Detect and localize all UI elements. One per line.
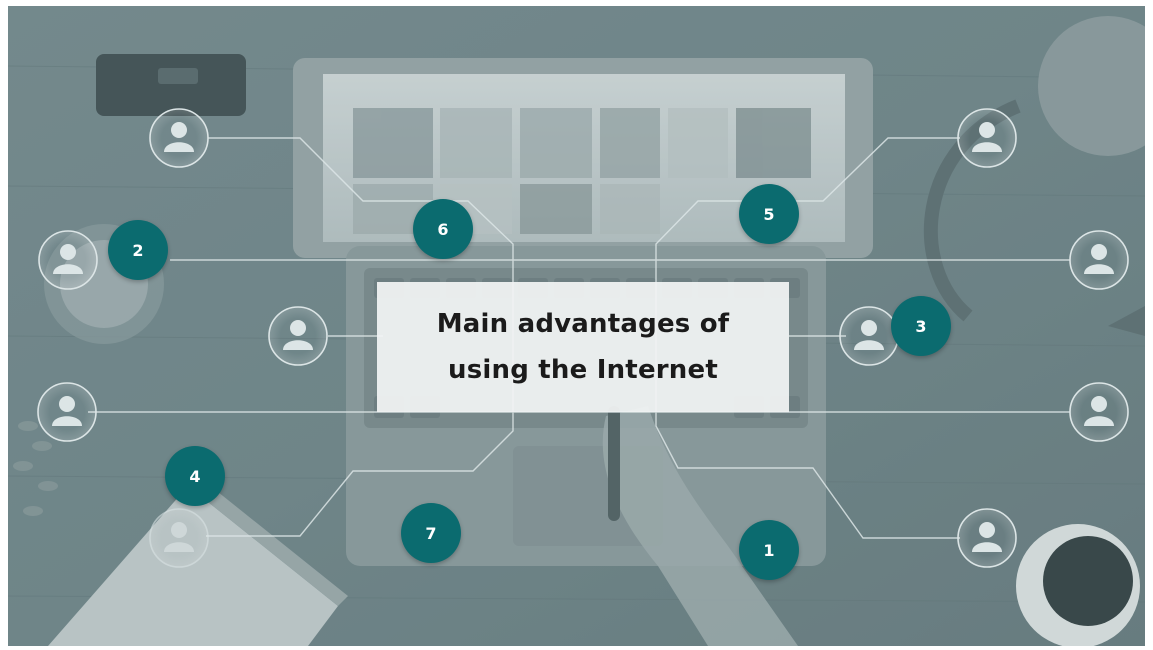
title-line-2: using the Internet <box>448 355 718 385</box>
user-icon <box>37 382 97 442</box>
user-icon <box>1069 382 1129 442</box>
badge-2[interactable]: 2 <box>108 220 168 280</box>
user-icon <box>149 508 209 568</box>
badge-6[interactable]: 6 <box>413 199 473 259</box>
badge-3[interactable]: 3 <box>891 296 951 356</box>
title-line-1: Main advantages of <box>436 309 730 339</box>
user-icon <box>839 306 899 366</box>
user-icon <box>149 108 209 168</box>
badge-1[interactable]: 1 <box>739 520 799 580</box>
badge-7[interactable]: 7 <box>401 503 461 563</box>
title-box: Main advantages of using the Internet <box>377 282 789 412</box>
user-icon <box>957 508 1017 568</box>
user-icon <box>1069 230 1129 290</box>
user-icon <box>957 108 1017 168</box>
user-icon <box>268 306 328 366</box>
badge-5[interactable]: 5 <box>739 184 799 244</box>
slide-canvas: 1 2 3 4 5 6 7 Main advantages of using t… <box>8 6 1145 646</box>
badge-4[interactable]: 4 <box>165 446 225 506</box>
user-icon <box>38 230 98 290</box>
